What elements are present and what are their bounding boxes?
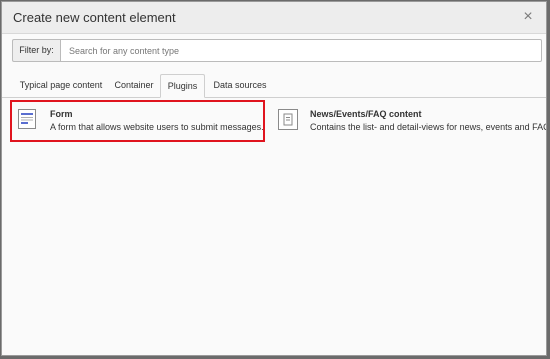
tab-container[interactable]: Container: [109, 74, 159, 97]
create-content-element-dialog: Create new content element × Filter by: …: [1, 1, 547, 356]
content-item-form[interactable]: Form A form that allows website users to…: [10, 100, 265, 142]
modal-title: Create new content element: [13, 10, 176, 25]
tab-data-sources[interactable]: Data sources: [208, 74, 272, 97]
search-input[interactable]: [60, 39, 542, 62]
item-description-news: Contains the list- and detail-views for …: [310, 122, 547, 132]
modal-header: Create new content element ×: [2, 2, 546, 34]
tab-typical-page-content[interactable]: Typical page content: [11, 74, 111, 97]
content-type-tabs: Typical page content Container Plugins D…: [2, 74, 546, 98]
item-title-news: News/Events/FAQ content: [310, 109, 422, 119]
item-title-form: Form: [50, 109, 73, 119]
tab-plugins[interactable]: Plugins: [160, 74, 205, 98]
item-description-form: A form that allows website users to subm…: [50, 122, 264, 132]
filter-label: Filter by:: [12, 39, 60, 62]
filter-row: Filter by:: [12, 39, 542, 62]
close-icon[interactable]: ×: [520, 8, 536, 26]
content-item-news-events-faq[interactable]: News/Events/FAQ content Contains the lis…: [272, 100, 546, 142]
news-icon: [278, 109, 298, 130]
form-icon: [18, 109, 36, 129]
